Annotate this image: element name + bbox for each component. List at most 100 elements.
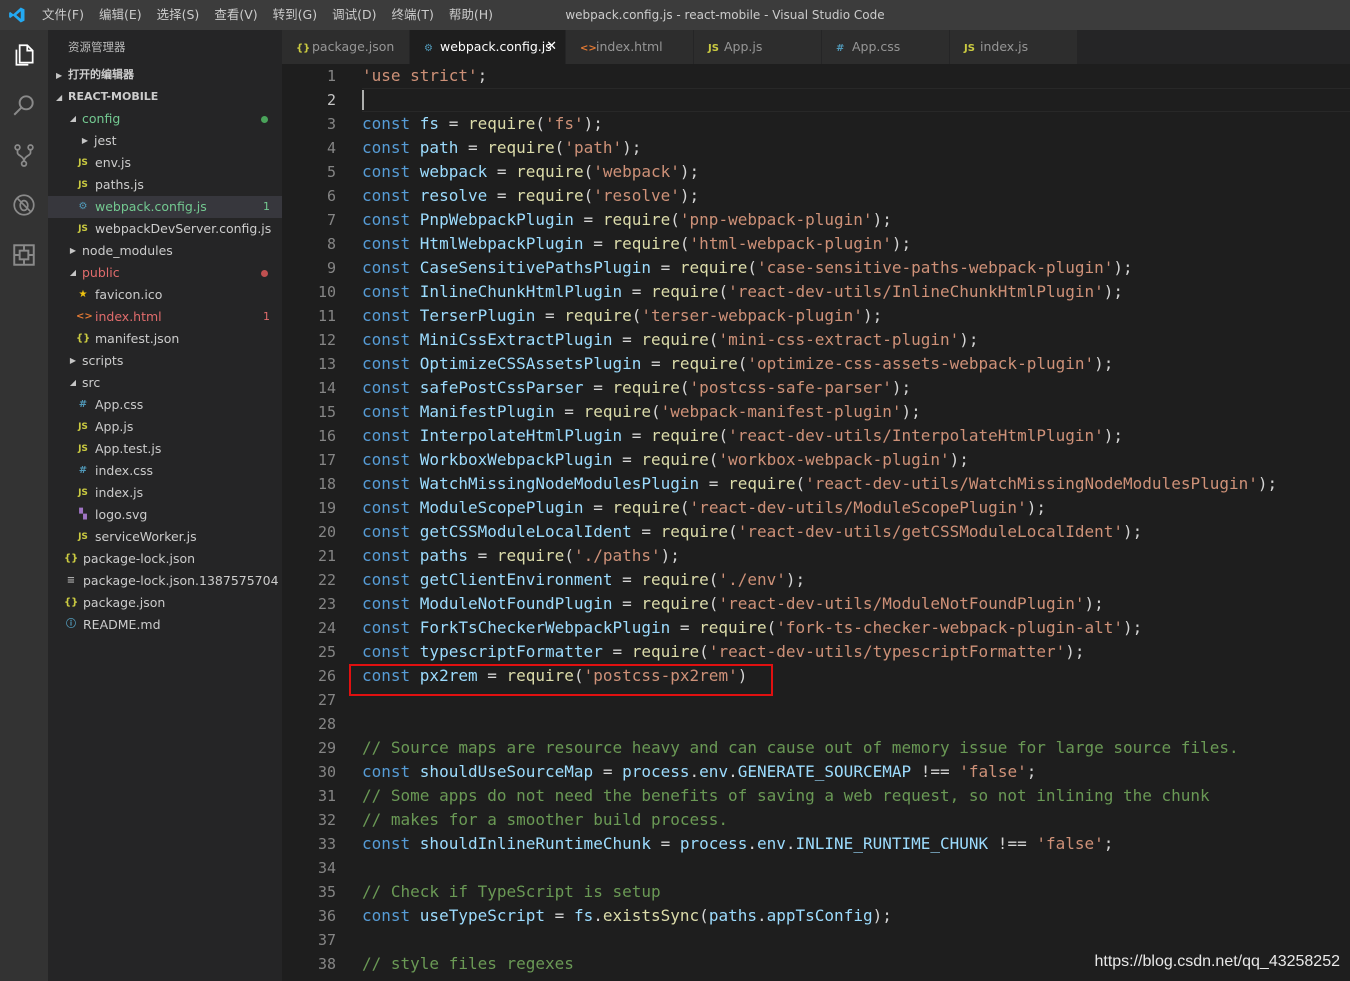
file-item[interactable]: JS env.js	[48, 152, 282, 174]
code-token: (	[708, 330, 719, 349]
code-token: './env'	[718, 570, 786, 589]
code-token: );	[1123, 522, 1143, 541]
source-control-icon[interactable]	[0, 130, 48, 180]
section-project[interactable]: ◢ REACT-MOBILE	[48, 86, 282, 108]
code-token: safePostCssParser	[419, 378, 584, 397]
code-token: require	[670, 354, 738, 373]
folder-item[interactable]: ◢ src	[48, 372, 282, 394]
folder-item[interactable]: ▶ node_modules	[48, 240, 282, 262]
code-token: ModuleNotFoundPlugin	[419, 594, 613, 613]
code-token: const	[362, 498, 420, 517]
editor-tab[interactable]: ⚙ webpack.config.js ✕	[410, 30, 566, 64]
line-number: 17	[317, 451, 336, 469]
code-token: require	[651, 282, 719, 301]
code-token: require	[583, 402, 651, 421]
close-icon[interactable]: ✕	[546, 30, 557, 64]
code-token: require	[612, 378, 680, 397]
file-item[interactable]: # App.css	[48, 394, 282, 416]
json-file-icon: {}	[64, 597, 79, 608]
code-token: =	[467, 546, 497, 565]
code-token: const	[362, 618, 420, 637]
section-open-editors[interactable]: ▶ 打开的编辑器	[48, 64, 282, 86]
file-item[interactable]: JS webpackDevServer.config.js	[48, 218, 282, 240]
code-token: const	[362, 258, 420, 277]
code-token: 'optimize-css-assets-webpack-plugin'	[747, 354, 1095, 373]
file-item[interactable]: <> index.html 1	[48, 306, 282, 328]
code-token: =	[573, 210, 603, 229]
extensions-icon[interactable]	[0, 230, 48, 280]
code-token: typescriptFormatter	[419, 642, 603, 661]
editor-tab[interactable]: JS index.js	[950, 30, 1078, 64]
code-line: const TerserPlugin = require('terser-web…	[362, 304, 882, 328]
code-token: './paths'	[573, 546, 661, 565]
js-file-icon: JS	[78, 422, 88, 432]
folder-item[interactable]: ◢ config	[48, 108, 282, 130]
code-token: const	[362, 330, 420, 349]
code-token: WatchMissingNodeModulesPlugin	[419, 474, 700, 493]
line-number: 26	[317, 667, 336, 685]
code-token: const	[362, 378, 420, 397]
problem-count-badge: 1	[263, 310, 270, 323]
file-item[interactable]: ▚ logo.svg	[48, 504, 282, 526]
code-editor[interactable]: 1'use strict'; 2 3 const fs = require('fs')…	[282, 64, 1350, 981]
folder-item[interactable]: ◢ public	[48, 262, 282, 284]
file-item[interactable]: JS paths.js	[48, 174, 282, 196]
editor-tab[interactable]: # App.css	[822, 30, 950, 64]
code-line: // style files regexes	[362, 952, 574, 976]
code-token: const	[362, 306, 420, 325]
file-item[interactable]: JS serviceWorker.js	[48, 526, 282, 548]
code-token: const	[362, 642, 420, 661]
folder-item[interactable]: ▶ jest	[48, 130, 282, 152]
code-token: =	[487, 162, 517, 181]
code-token: const	[362, 234, 420, 253]
file-item[interactable]: {} package.json	[48, 592, 282, 614]
editor-tab[interactable]: {} package.json	[282, 30, 410, 64]
code-token: require	[641, 330, 709, 349]
code-token: =	[650, 258, 680, 277]
file-item[interactable]: JS index.js	[48, 482, 282, 504]
problem-count-badge: 1	[263, 200, 270, 213]
file-label: package-lock.json.1387575704	[83, 573, 279, 588]
file-item[interactable]: ★ favicon.ico	[48, 284, 282, 306]
js-file-icon: JS	[78, 158, 88, 168]
search-icon[interactable]	[0, 80, 48, 130]
line-number: 13	[317, 355, 336, 373]
line-number: 30	[317, 763, 336, 781]
file-item[interactable]: JS App.js	[48, 416, 282, 438]
code-token: ForkTsCheckerWebpackPlugin	[419, 618, 671, 637]
code-token: =	[612, 570, 642, 589]
file-item[interactable]: {} manifest.json	[48, 328, 282, 350]
file-item[interactable]: ⚙ webpack.config.js 1	[48, 196, 282, 218]
line-number: 28	[317, 715, 336, 733]
code-token: =	[439, 114, 468, 133]
line-number: 11	[317, 307, 336, 325]
code-token: INLINE_RUNTIME_CHUNK	[795, 834, 989, 853]
file-label: favicon.ico	[95, 287, 163, 302]
code-token: 'react-dev-utils/InterpolateHtmlPlugin'	[728, 426, 1104, 445]
file-label: package.json	[83, 595, 166, 610]
file-label: index.css	[95, 463, 154, 478]
code-token: (	[718, 426, 729, 445]
editor-tab[interactable]: <>index.html	[566, 30, 694, 64]
file-item[interactable]: ⓘ README.md	[48, 614, 282, 636]
text-file-icon: ≡	[66, 575, 76, 586]
file-item[interactable]: # index.css	[48, 460, 282, 482]
code-token: =	[535, 306, 565, 325]
debug-icon[interactable]	[0, 180, 48, 230]
editor-tab[interactable]: JS App.js	[694, 30, 822, 64]
file-item[interactable]: {} package-lock.json	[48, 548, 282, 570]
folder-item[interactable]: ▶ scripts	[48, 350, 282, 372]
code-token: ModuleScopePlugin	[419, 498, 584, 517]
line-number: 2	[326, 91, 336, 109]
code-token: );	[622, 138, 642, 157]
line-number: 1	[326, 67, 336, 85]
explorer-icon[interactable]	[0, 30, 48, 80]
code-token: 'path'	[564, 138, 623, 157]
tab-label: index.html	[596, 39, 663, 54]
json-file-icon: {}	[76, 333, 91, 344]
section-label: REACT-MOBILE	[68, 90, 159, 103]
file-item[interactable]: JS App.test.js	[48, 438, 282, 460]
file-item[interactable]: ≡ package-lock.json.1387575704	[48, 570, 282, 592]
code-token: const	[362, 594, 420, 613]
folder-label: scripts	[82, 353, 124, 368]
